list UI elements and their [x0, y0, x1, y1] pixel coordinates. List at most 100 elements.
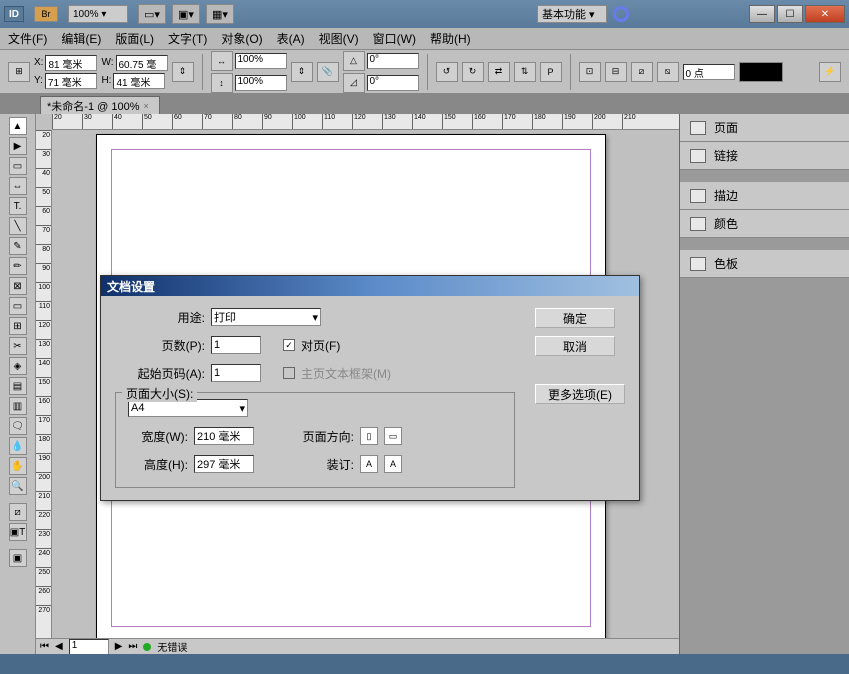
zoom-tool[interactable]: 🔍: [9, 477, 27, 495]
stroke-style-combo[interactable]: [739, 62, 783, 82]
select-content-icon[interactable]: ⊟: [605, 62, 627, 82]
panel-swatches[interactable]: 色板: [680, 250, 849, 278]
bridge-button[interactable]: Br: [34, 6, 58, 22]
vertical-ruler: 2030405060708090100110120130140150160170…: [36, 130, 52, 638]
flip-v-icon[interactable]: ⇅: [514, 62, 536, 82]
menu-window[interactable]: 窗口(W): [373, 30, 416, 47]
binding-rtl-icon[interactable]: A: [384, 455, 402, 473]
menu-object[interactable]: 对象(O): [221, 30, 262, 47]
pencil-tool[interactable]: ✏: [9, 257, 27, 275]
menu-file[interactable]: 文件(F): [8, 30, 47, 47]
line-tool[interactable]: ╲: [9, 217, 27, 235]
p-icon[interactable]: P: [540, 62, 562, 82]
height-input[interactable]: [194, 455, 254, 473]
cancel-button[interactable]: 取消: [535, 336, 615, 356]
rectangle-tool[interactable]: ▭: [9, 297, 27, 315]
quick-apply-icon[interactable]: ⚡: [819, 62, 841, 82]
select-container-icon[interactable]: ⊡: [579, 62, 601, 82]
selection-tool[interactable]: ▲: [9, 117, 27, 135]
width-input[interactable]: [194, 427, 254, 445]
page-number-input[interactable]: 1: [69, 639, 109, 655]
free-transform-tool[interactable]: ◈: [9, 357, 27, 375]
control-bar: ⊞ X:81 毫米 Y:71 毫米 W:60.75 毫米 H:41 毫米 ⇕ ↔…: [0, 50, 849, 94]
eyedropper-tool[interactable]: 💧: [9, 437, 27, 455]
rotate-cw-icon[interactable]: ↻: [462, 62, 484, 82]
constrain-scale-icon[interactable]: ⇕: [291, 62, 313, 82]
zoom-combo[interactable]: 100% ▾: [68, 5, 128, 23]
app-logo: ID: [4, 6, 24, 22]
menu-layout[interactable]: 版面(L): [115, 30, 154, 47]
rotate-ccw-icon[interactable]: ↺: [436, 62, 458, 82]
menu-view[interactable]: 视图(V): [319, 30, 359, 47]
landscape-icon[interactable]: ▭: [384, 427, 402, 445]
type-tool[interactable]: T.: [9, 197, 27, 215]
clip-icon[interactable]: 📎: [317, 62, 339, 82]
pen-tool[interactable]: ✎: [9, 237, 27, 255]
gap-tool[interactable]: ⇔: [9, 177, 27, 195]
rectangle-frame-tool[interactable]: ⊠: [9, 277, 27, 295]
search-icon[interactable]: [613, 6, 629, 22]
fill-none-icon[interactable]: ⧄: [631, 62, 653, 82]
preflight-status-icon[interactable]: [143, 643, 151, 651]
portrait-icon[interactable]: ▯: [360, 427, 378, 445]
workspace-switcher[interactable]: 基本功能 ▾: [537, 5, 607, 23]
nav-prev-icon[interactable]: ◀: [55, 641, 63, 652]
minimize-button[interactable]: —: [749, 5, 775, 23]
nav-first-icon[interactable]: ⏮: [40, 641, 49, 652]
view-options-icon[interactable]: ▣▾: [172, 4, 200, 24]
binding-ltr-icon[interactable]: A: [360, 455, 378, 473]
close-button[interactable]: ✕: [805, 5, 845, 23]
constrain-wh-icon[interactable]: ⇕: [172, 62, 194, 82]
panel-color[interactable]: 颜色: [680, 210, 849, 238]
panel-pages[interactable]: 页面: [680, 114, 849, 142]
y-input[interactable]: 71 毫米: [45, 73, 97, 89]
document-tab[interactable]: *未命名-1 @ 100% ×: [40, 96, 160, 114]
ok-button[interactable]: 确定: [535, 308, 615, 328]
stroke-none-icon[interactable]: ⧅: [657, 62, 679, 82]
page-tool[interactable]: ▭: [9, 157, 27, 175]
fill-stroke-swap[interactable]: ⧄: [9, 503, 27, 521]
stroke-weight-input[interactable]: 0 点: [683, 64, 735, 80]
panel-stroke[interactable]: 描边: [680, 182, 849, 210]
h-input[interactable]: 41 毫米: [113, 73, 165, 89]
panel-links[interactable]: 链接: [680, 142, 849, 170]
maximize-button[interactable]: ☐: [777, 5, 803, 23]
note-tool[interactable]: 🗨: [9, 417, 27, 435]
more-options-button[interactable]: 更多选项(E): [535, 384, 625, 404]
x-input[interactable]: 81 毫米: [45, 55, 97, 71]
nav-last-icon[interactable]: ⏭: [128, 641, 137, 652]
screen-mode-icon[interactable]: ▭▾: [138, 4, 166, 24]
start-page-input[interactable]: [211, 364, 261, 382]
color-icon: [690, 217, 706, 231]
view-mode-icon[interactable]: ▣: [9, 549, 27, 567]
hand-tool[interactable]: ✋: [9, 457, 27, 475]
tab-close-icon[interactable]: ×: [143, 101, 153, 111]
nav-next-icon[interactable]: ▶: [115, 641, 123, 652]
flip-h-icon[interactable]: ⇄: [488, 62, 510, 82]
menu-type[interactable]: 文字(T): [168, 30, 207, 47]
x-label: X:: [34, 57, 43, 68]
scissors-tool[interactable]: ✂: [9, 337, 27, 355]
menu-help[interactable]: 帮助(H): [430, 30, 471, 47]
shear-input[interactable]: 0°: [367, 75, 419, 91]
menu-edit[interactable]: 编辑(E): [61, 30, 101, 47]
stroke-icon: [690, 189, 706, 203]
menu-table[interactable]: 表(A): [277, 30, 305, 47]
horizontal-ruler: 2030405060708090100110120130140150160170…: [52, 114, 679, 130]
arrange-docs-icon[interactable]: ▦▾: [206, 4, 234, 24]
shear-icon: ◿: [343, 73, 365, 93]
grid-tool[interactable]: ⊞: [9, 317, 27, 335]
purpose-select[interactable]: 打印▾: [211, 308, 321, 326]
reference-point-icon[interactable]: ⊞: [8, 62, 30, 82]
rotate-input[interactable]: 0°: [367, 53, 419, 69]
gradient-swatch-tool[interactable]: ▤: [9, 377, 27, 395]
facing-checkbox[interactable]: ✓: [283, 339, 295, 351]
pages-input[interactable]: [211, 336, 261, 354]
scale-x-input[interactable]: 100%: [235, 53, 287, 69]
format-affects-icon[interactable]: ▣T: [9, 523, 27, 541]
gradient-feather-tool[interactable]: ▥: [9, 397, 27, 415]
w-input[interactable]: 60.75 毫米: [116, 55, 168, 71]
binding-label: 装订:: [294, 456, 354, 473]
direct-selection-tool[interactable]: ▶: [9, 137, 27, 155]
scale-y-input[interactable]: 100%: [235, 75, 287, 91]
